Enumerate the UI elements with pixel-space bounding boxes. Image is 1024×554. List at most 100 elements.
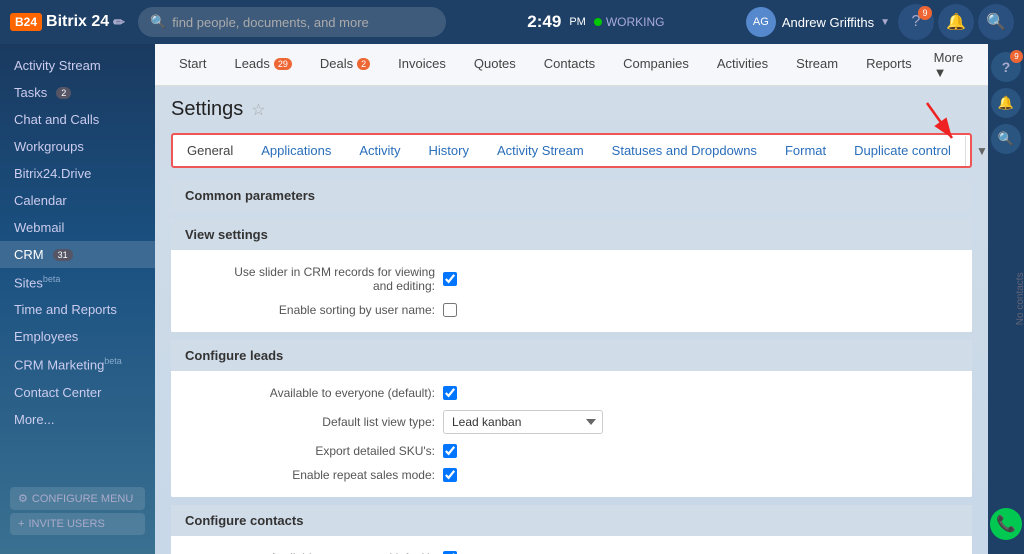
tab-statuses-dropdowns[interactable]: Statuses and Dropdowns bbox=[598, 135, 771, 166]
tab-history[interactable]: History bbox=[415, 135, 483, 166]
sorting-checkbox[interactable] bbox=[443, 303, 457, 317]
section-configure-contacts: Configure contacts Available to everyone… bbox=[171, 505, 972, 554]
sidebar-item-webmail[interactable]: Webmail bbox=[0, 214, 155, 241]
sidebar-item-activity-stream[interactable]: Activity Stream bbox=[0, 52, 155, 79]
tab-start[interactable]: Start bbox=[165, 44, 220, 86]
sidebar-item-more[interactable]: More... bbox=[0, 406, 155, 433]
leads-sku-checkbox[interactable] bbox=[443, 444, 457, 458]
top-bar: B24 Bitrix 24 ✏ 🔍 2:49 PM WORKING AG And… bbox=[0, 0, 1024, 44]
global-search-button[interactable]: 🔍 bbox=[978, 4, 1014, 40]
tab-stream[interactable]: Stream bbox=[782, 44, 852, 86]
page-title: Settings bbox=[171, 98, 243, 121]
sidebar-item-chat-calls[interactable]: Chat and Calls bbox=[0, 106, 155, 133]
tab-reports[interactable]: Reports bbox=[852, 44, 926, 86]
tab-companies[interactable]: Companies bbox=[609, 44, 703, 86]
tab-quotes[interactable]: Quotes bbox=[460, 44, 530, 86]
tab-activity-stream[interactable]: Activity Stream bbox=[483, 135, 598, 166]
slider-checkbox[interactable] bbox=[443, 272, 457, 286]
form-row-slider: Use slider in CRM records for viewingand… bbox=[185, 260, 958, 298]
leads-sku-control bbox=[443, 444, 457, 458]
section-content-leads: Available to everyone (default): Default… bbox=[171, 371, 972, 497]
sidebar-item-contact-center[interactable]: Contact Center bbox=[0, 379, 155, 406]
tab-activity[interactable]: Activity bbox=[345, 135, 414, 166]
right-help-button[interactable]: ? 9 bbox=[991, 52, 1021, 82]
tab-more[interactable]: More ▼ bbox=[926, 50, 978, 80]
sidebar-item-label: Bitrix24.Drive bbox=[14, 166, 91, 181]
plus-icon: + bbox=[18, 518, 24, 530]
sidebar-item-employees[interactable]: Employees bbox=[0, 323, 155, 350]
leads-badge: 29 bbox=[274, 58, 292, 70]
tab-format[interactable]: Format bbox=[771, 135, 840, 166]
sidebar-item-tasks[interactable]: Tasks 2 bbox=[0, 79, 155, 106]
sidebar-item-bitrix24-drive[interactable]: Bitrix24.Drive bbox=[0, 160, 155, 187]
right-panel: ? 9 🔔 🔍 No contacts 📞 bbox=[988, 44, 1024, 554]
configure-menu-button[interactable]: ⚙ CONFIGURE MENU bbox=[10, 487, 145, 510]
notifications-button[interactable]: 🔔 bbox=[938, 4, 974, 40]
sidebar-item-label: Contact Center bbox=[14, 385, 101, 400]
form-row-leads-sku: Export detailed SKU's: bbox=[185, 439, 958, 463]
section-header-leads: Configure leads bbox=[171, 340, 972, 371]
tab-duplicate-control[interactable]: Duplicate control bbox=[840, 135, 965, 166]
working-status[interactable]: WORKING bbox=[594, 15, 665, 29]
sidebar-item-calendar[interactable]: Calendar bbox=[0, 187, 155, 214]
section-header-contacts: Configure contacts bbox=[171, 505, 972, 536]
right-search-button[interactable]: 🔍 bbox=[991, 124, 1021, 154]
tab-invoices[interactable]: Invoices bbox=[384, 44, 460, 86]
tab-contacts[interactable]: Contacts bbox=[530, 44, 609, 86]
question-icon: ? bbox=[1002, 59, 1011, 75]
settings-tabs-more-button[interactable]: ▼ bbox=[965, 136, 988, 166]
sorting-label: Enable sorting by user name: bbox=[185, 303, 435, 317]
settings-title: Settings ☆ bbox=[171, 98, 972, 121]
sidebar-item-workgroups[interactable]: Workgroups bbox=[0, 133, 155, 160]
sidebar: Activity Stream Tasks 2 Chat and Calls W… bbox=[0, 44, 155, 554]
phone-button[interactable]: 📞 bbox=[990, 508, 1022, 540]
bell-icon: 🔔 bbox=[998, 95, 1014, 111]
tab-leads[interactable]: Leads 29 bbox=[220, 44, 305, 86]
sidebar-item-label: CRM bbox=[14, 247, 44, 262]
form-row-leads-available: Available to everyone (default): bbox=[185, 381, 958, 405]
tab-deals[interactable]: Deals 2 bbox=[306, 44, 384, 86]
repeat-sales-checkbox[interactable] bbox=[443, 468, 457, 482]
sidebar-item-label: CRM Marketingbeta bbox=[14, 356, 122, 372]
edit-icon[interactable]: ✏ bbox=[113, 14, 125, 31]
sidebar-item-label: More... bbox=[14, 412, 54, 427]
tab-general[interactable]: General bbox=[173, 135, 247, 166]
sidebar-item-time-reports[interactable]: Time and Reports bbox=[0, 296, 155, 323]
invite-users-label: INVITE USERS bbox=[28, 518, 104, 530]
settings-area: Settings ☆ General Applications bbox=[155, 86, 988, 554]
section-configure-leads: Configure leads Available to everyone (d… bbox=[171, 340, 972, 497]
leads-view-type-label: Default list view type: bbox=[185, 415, 435, 429]
avatar: AG bbox=[746, 7, 776, 37]
sidebar-item-crm-marketing[interactable]: CRM Marketingbeta bbox=[0, 350, 155, 378]
leads-available-label: Available to everyone (default): bbox=[185, 386, 435, 400]
help-button[interactable]: ? 9 bbox=[898, 4, 934, 40]
sidebar-item-sites[interactable]: Sitesbeta bbox=[0, 268, 155, 296]
content-area: Start Leads 29 Deals 2 Invoices Quotes C… bbox=[155, 44, 988, 554]
tab-activities[interactable]: Activities bbox=[703, 44, 782, 86]
section-view-settings: View settings Use slider in CRM records … bbox=[171, 219, 972, 332]
leads-view-type-control: Lead kanban Lead list bbox=[443, 410, 603, 434]
sidebar-item-label: Webmail bbox=[14, 220, 64, 235]
sorting-control bbox=[443, 303, 457, 317]
clock-time: 2:49 bbox=[527, 12, 561, 32]
favorite-icon[interactable]: ☆ bbox=[251, 100, 265, 120]
chevron-down-icon: ▼ bbox=[880, 17, 890, 28]
right-bell-button[interactable]: 🔔 bbox=[991, 88, 1021, 118]
repeat-sales-label: Enable repeat sales mode: bbox=[185, 468, 435, 482]
leads-available-checkbox[interactable] bbox=[443, 386, 457, 400]
user-area[interactable]: AG Andrew Griffiths ▼ bbox=[746, 7, 890, 37]
search-bar[interactable]: 🔍 bbox=[138, 7, 446, 37]
repeat-sales-control bbox=[443, 468, 457, 482]
section-content-view: Use slider in CRM records for viewingand… bbox=[171, 250, 972, 332]
invite-users-button[interactable]: + INVITE USERS bbox=[10, 513, 145, 535]
sidebar-item-crm[interactable]: CRM 31 bbox=[0, 241, 155, 268]
sidebar-bottom: ⚙ CONFIGURE MENU + INVITE USERS bbox=[0, 476, 155, 546]
form-row-leads-view-type: Default list view type: Lead kanban Lead… bbox=[185, 405, 958, 439]
sidebar-item-label: Calendar bbox=[14, 193, 67, 208]
search-icon: 🔍 bbox=[150, 14, 166, 30]
settings-tabs: General Applications Activity History Ac… bbox=[171, 133, 972, 168]
tab-applications[interactable]: Applications bbox=[247, 135, 345, 166]
crm-badge: 31 bbox=[53, 249, 73, 261]
search-input[interactable] bbox=[172, 15, 434, 30]
leads-view-type-select[interactable]: Lead kanban Lead list bbox=[443, 410, 603, 434]
